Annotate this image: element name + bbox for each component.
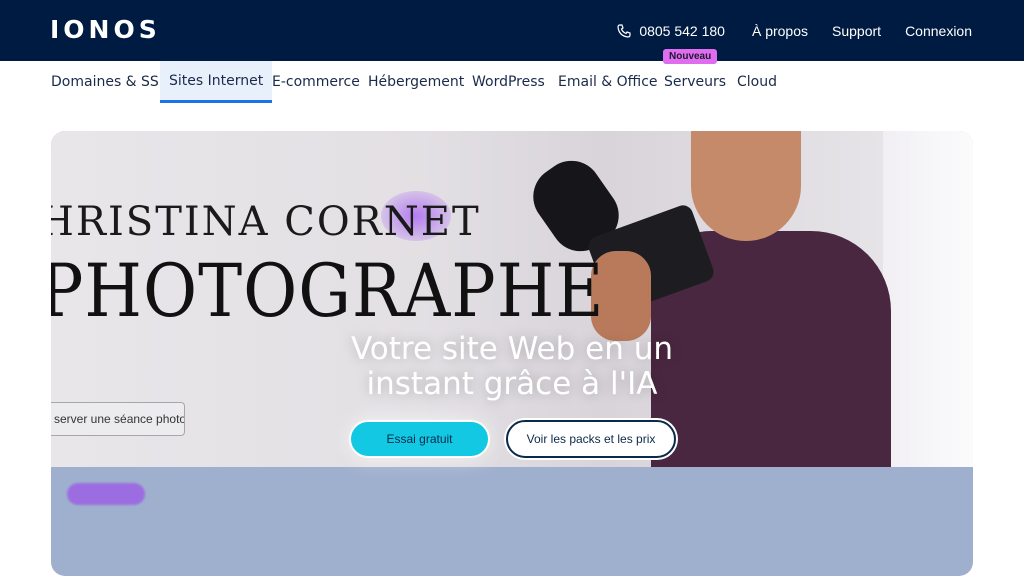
photo-sample-button: server une séance photo [51,402,185,436]
phone-link[interactable]: 0805 542 180 [617,23,725,39]
nav-item-wordpress[interactable]: WordPress [472,61,545,103]
phone-number: 0805 542 180 [639,22,725,39]
hero-photo: HRISTINA CORNET PHOTOGRAPHE server une s… [51,131,973,467]
free-trial-button[interactable]: Essai gratuit [349,420,490,458]
nav-item-sites-internet[interactable]: Sites Internet [160,61,273,103]
nav-item-cloud[interactable]: Cloud [737,61,777,103]
top-header: IONOS 0805 542 180 À propos Support Conn… [0,0,1024,61]
login-link[interactable]: Connexion [905,23,972,39]
nav-item-email-office[interactable]: Email & Office [558,61,658,103]
photo-sample-name: HRISTINA CORNET [51,199,481,245]
person-head [691,131,801,241]
see-packs-button[interactable]: Voir les packs et les prix [506,420,676,458]
about-link[interactable]: À propos [752,23,808,39]
phone-icon [617,23,631,38]
photo-sample-title: PHOTOGRAPHE [51,249,605,334]
new-badge: Nouveau [663,49,718,64]
support-link[interactable]: Support [832,23,881,39]
ionos-logo[interactable]: IONOS [50,15,161,44]
nav-item-hebergement[interactable]: Hébergement [368,61,464,103]
nav-item-serveurs[interactable]: Serveurs [664,61,726,103]
blurred-pill [67,483,145,505]
main-nav: Domaines & SSL Sites Internet E-commerce… [0,61,1024,103]
hero-headline: Votre site Web en un instant grâce à l'I… [350,331,674,402]
nav-item-domaines[interactable]: Domaines & SSL [51,61,167,103]
photo-window [883,131,973,467]
nav-item-ecommerce[interactable]: E-commerce [272,61,360,103]
hero-banner: HRISTINA CORNET PHOTOGRAPHE server une s… [51,131,973,576]
